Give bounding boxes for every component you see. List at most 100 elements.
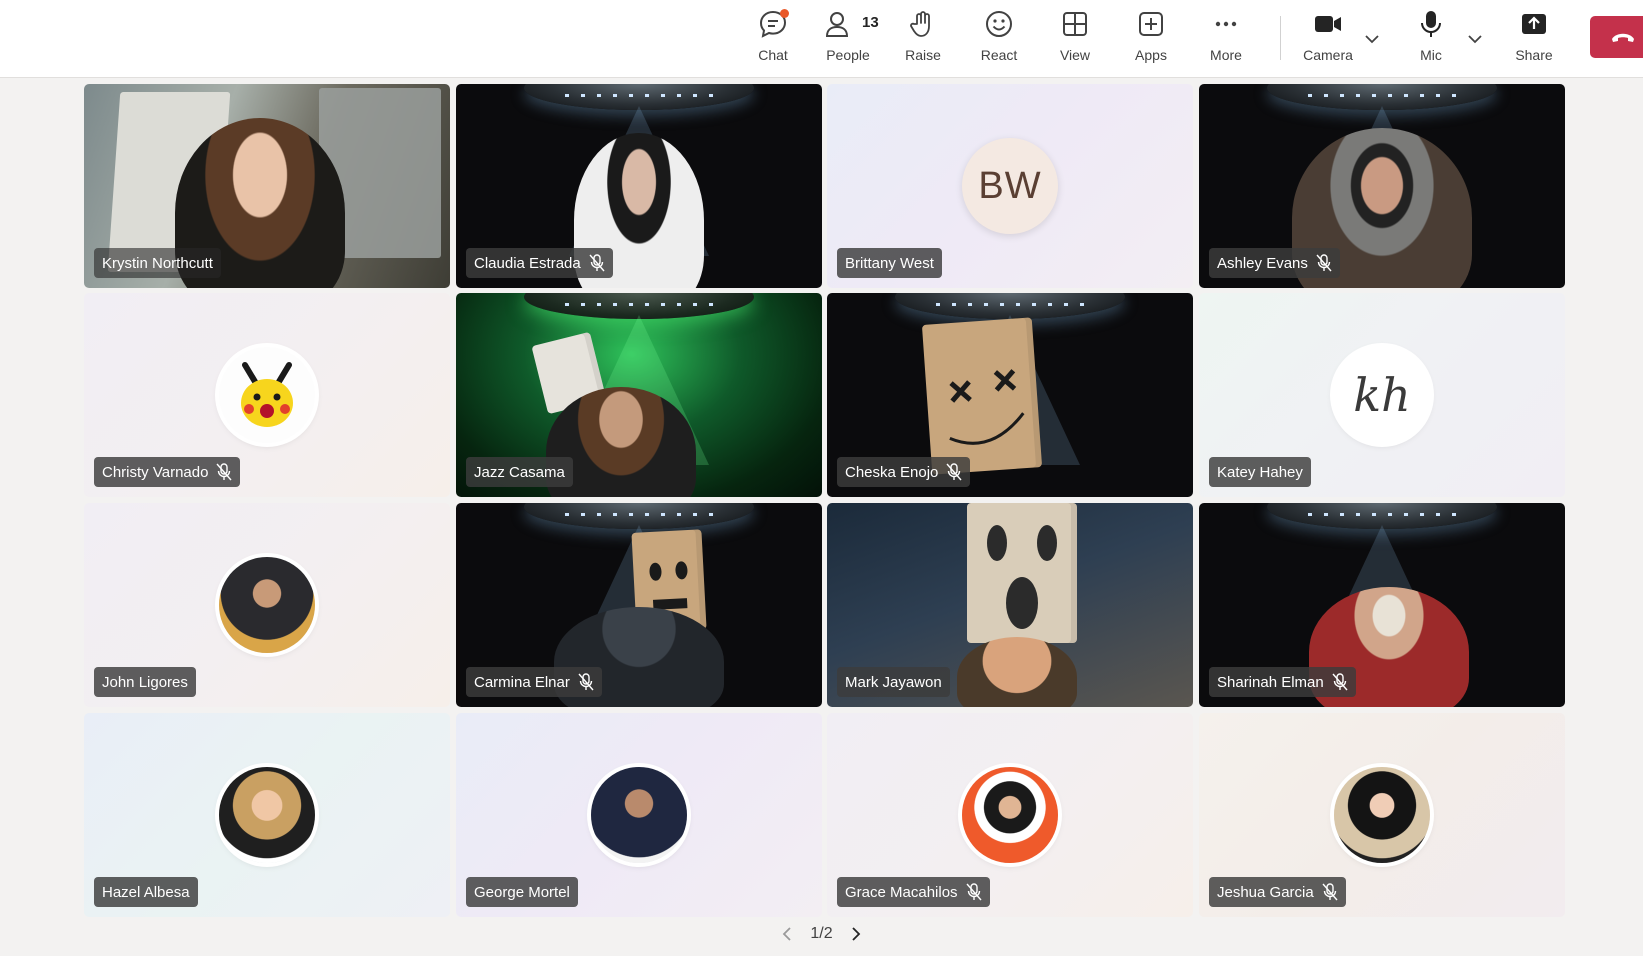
- grid-view-icon: [1059, 8, 1091, 40]
- camera-label: Camera: [1303, 47, 1353, 63]
- toolbar-divider: [1280, 16, 1281, 60]
- chat-label: Chat: [758, 47, 788, 63]
- gallery-pager: 1/2: [0, 922, 1643, 946]
- participant-name: Jeshua Garcia: [1217, 883, 1314, 901]
- view-label: View: [1059, 47, 1091, 63]
- participant-tile[interactable]: Christy Varnado: [84, 293, 450, 497]
- chat-notification-dot: [780, 9, 789, 18]
- participant-nametag: Jeshua Garcia: [1209, 877, 1346, 907]
- participant-tile[interactable]: kh Katey Hahey: [1199, 293, 1565, 497]
- avatar-signature-text: kh: [1353, 368, 1411, 422]
- microphone-icon: [1415, 8, 1447, 40]
- participant-nametag: John Ligores: [94, 667, 196, 697]
- people-button[interactable]: 13 People: [815, 8, 881, 70]
- meeting-toolbar: Chat 13 People Raise React View Apps Mor…: [0, 0, 1643, 78]
- participant-nametag: George Mortel: [466, 877, 578, 907]
- participant-nametag: Carmina Elnar: [466, 667, 602, 697]
- participant-name: Claudia Estrada: [474, 254, 581, 272]
- avatar-initials: BW: [978, 164, 1042, 207]
- mic-button[interactable]: Mic: [1398, 8, 1464, 70]
- mic-off-icon: [578, 673, 594, 691]
- photo-avatar-icon: [591, 767, 687, 863]
- previous-page-icon[interactable]: [780, 925, 794, 943]
- smiley-icon: [983, 8, 1015, 40]
- participant-tile[interactable]: Ashley Evans: [1199, 84, 1565, 288]
- photo-avatar-icon: [962, 767, 1058, 863]
- participant-nametag: Katey Hahey: [1209, 457, 1311, 487]
- more-button[interactable]: More: [1193, 8, 1259, 70]
- pikachu-avatar-icon: [219, 347, 315, 443]
- participant-nametag: Claudia Estrada: [466, 248, 613, 278]
- participant-tile[interactable]: BW Brittany West: [827, 84, 1193, 288]
- apps-button[interactable]: Apps: [1118, 8, 1184, 70]
- mic-options-chevron-icon[interactable]: [1466, 30, 1484, 48]
- participant-tile[interactable]: Grace Macahilos: [827, 713, 1193, 917]
- paper-bag-mask: [921, 317, 1043, 475]
- participant-name: Grace Macahilos: [845, 883, 958, 901]
- mic-off-icon: [946, 463, 962, 481]
- page-indicator: 1/2: [810, 925, 833, 942]
- mic-off-icon: [966, 883, 982, 901]
- participant-tile[interactable]: John Ligores: [84, 503, 450, 707]
- participant-tile[interactable]: Sharinah Elman: [1199, 503, 1565, 707]
- participant-name: John Ligores: [102, 673, 188, 691]
- chat-button[interactable]: Chat: [740, 8, 806, 70]
- mic-off-icon: [1332, 673, 1348, 691]
- participant-tile[interactable]: George Mortel: [456, 713, 822, 917]
- participant-name: Krystin Northcutt: [102, 254, 213, 272]
- participant-nametag: Hazel Albesa: [94, 877, 198, 907]
- next-page-icon[interactable]: [849, 925, 863, 943]
- share-button[interactable]: Share: [1501, 8, 1567, 70]
- participant-name: Christy Varnado: [102, 463, 209, 481]
- participant-name: Sharinah Elman: [1217, 673, 1324, 691]
- camera-button[interactable]: Camera: [1295, 8, 1361, 70]
- participant-name: Brittany West: [845, 254, 934, 272]
- participant-nametag: Krystin Northcutt: [94, 248, 221, 278]
- participant-tile[interactable]: Jeshua Garcia: [1199, 713, 1565, 917]
- participant-tile[interactable]: Claudia Estrada: [456, 84, 822, 288]
- raise-label: Raise: [905, 47, 941, 63]
- participant-name: Ashley Evans: [1217, 254, 1308, 272]
- mic-off-icon: [589, 254, 605, 272]
- participant-name: Cheska Enojo: [845, 463, 939, 481]
- photo-avatar-icon: [1334, 767, 1430, 863]
- photo-avatar-icon: [219, 557, 315, 653]
- participant-nametag: Ashley Evans: [1209, 248, 1340, 278]
- participant-tile[interactable]: Jazz Casama: [456, 293, 822, 497]
- people-label: People: [826, 47, 870, 63]
- participant-name: Hazel Albesa: [102, 883, 190, 901]
- participant-nametag: Grace Macahilos: [837, 877, 990, 907]
- participant-nametag: Sharinah Elman: [1209, 667, 1356, 697]
- hang-up-icon: [1612, 33, 1634, 42]
- apps-label: Apps: [1135, 47, 1167, 63]
- participant-tile[interactable]: Mark Jayawon: [827, 503, 1193, 707]
- chat-icon: [757, 8, 789, 40]
- participant-tile[interactable]: Carmina Elnar: [456, 503, 822, 707]
- leave-call-button[interactable]: [1590, 16, 1643, 58]
- participant-name: George Mortel: [474, 883, 570, 901]
- add-app-icon: [1135, 8, 1167, 40]
- share-screen-icon: [1518, 8, 1550, 40]
- photo-avatar-icon: [219, 767, 315, 863]
- participant-tile[interactable]: Krystin Northcutt: [84, 84, 450, 288]
- camera-options-chevron-icon[interactable]: [1363, 30, 1381, 48]
- mic-label: Mic: [1420, 47, 1442, 63]
- react-button[interactable]: React: [966, 8, 1032, 70]
- video-feed: [957, 637, 1078, 707]
- more-label: More: [1210, 47, 1242, 63]
- participant-tile[interactable]: Hazel Albesa: [84, 713, 450, 917]
- more-dots-icon: [1210, 8, 1242, 40]
- share-label: Share: [1515, 47, 1553, 63]
- people-count: 13: [862, 14, 879, 31]
- participant-tile[interactable]: Cheska Enojo: [827, 293, 1193, 497]
- mic-off-icon: [1322, 883, 1338, 901]
- view-button[interactable]: View: [1042, 8, 1108, 70]
- raise-hand-button[interactable]: Raise: [890, 8, 956, 70]
- participant-name: Jazz Casama: [474, 463, 565, 481]
- participant-name: Carmina Elnar: [474, 673, 570, 691]
- participant-nametag: Brittany West: [837, 248, 942, 278]
- participant-nametag: Mark Jayawon: [837, 667, 950, 697]
- participant-nametag: Jazz Casama: [466, 457, 573, 487]
- signature-avatar: kh: [1334, 347, 1430, 443]
- avatar: BW: [962, 138, 1058, 234]
